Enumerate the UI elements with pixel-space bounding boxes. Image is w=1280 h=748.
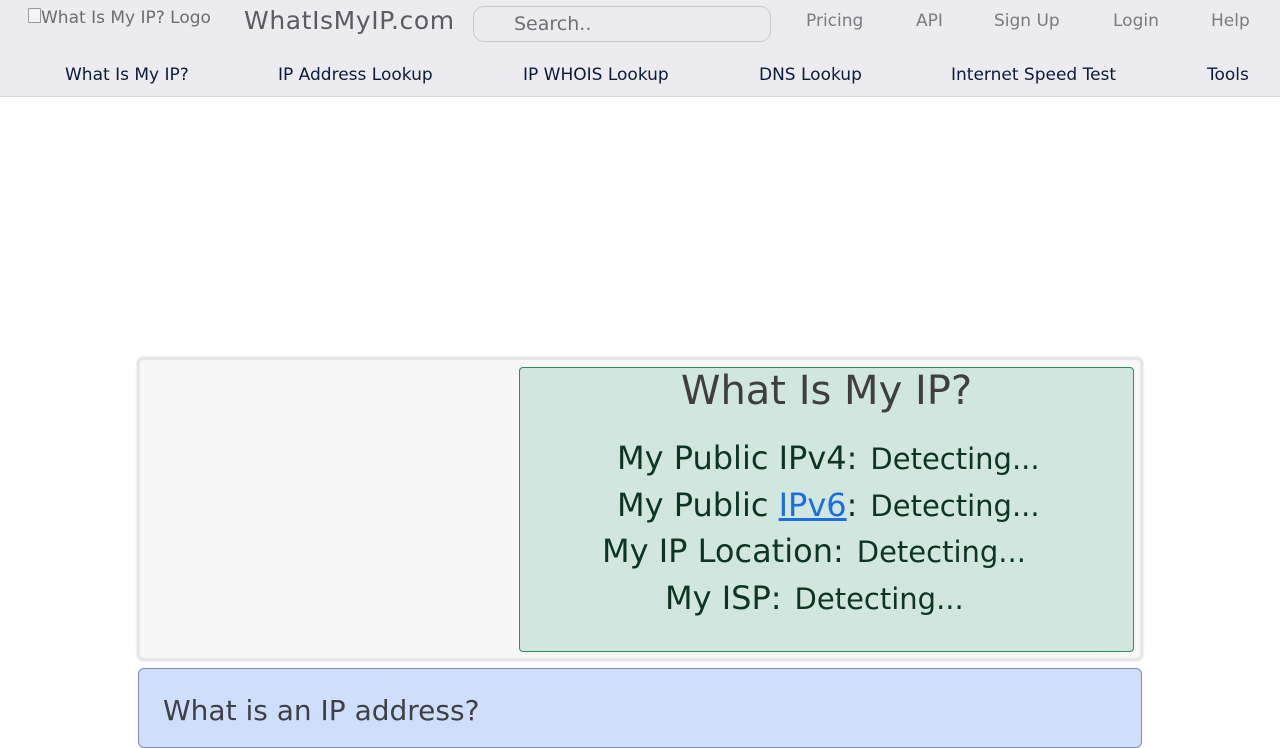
nav-item-what-is-my-ip[interactable]: What Is My IP? [65, 65, 189, 85]
sign-up-link[interactable]: Sign Up [994, 11, 1060, 31]
info-heading: What is an IP address? [163, 694, 480, 727]
ipv6-value: Detecting... [870, 489, 1040, 523]
help-link[interactable]: Help [1211, 11, 1250, 31]
site-logo[interactable]: What Is My IP? Logo [28, 7, 211, 28]
ipv6-label-prefix: My Public [617, 486, 779, 524]
ipv6-row: My Public IPv6: Detecting... [617, 486, 1040, 524]
broken-image-icon [28, 7, 41, 23]
ip-box-title: What Is My IP? [680, 368, 973, 414]
location-value: Detecting... [856, 535, 1026, 569]
isp-value: Detecting... [794, 582, 964, 616]
brand-name[interactable]: WhatIsMyIP.com [244, 6, 455, 35]
ipv4-label: My Public IPv4: [617, 439, 858, 477]
top-header: What Is My IP? Logo WhatIsMyIP.com Searc… [0, 0, 1280, 97]
location-row: My IP Location: Detecting... [602, 532, 1026, 570]
login-link[interactable]: Login [1113, 11, 1159, 31]
nav-item-ip-address-lookup[interactable]: IP Address Lookup [278, 65, 433, 85]
pricing-link[interactable]: Pricing [806, 11, 863, 31]
ipv4-value: Detecting... [870, 442, 1040, 476]
isp-row: My ISP: Detecting... [665, 579, 964, 617]
ipv4-row: My Public IPv4: Detecting... [617, 439, 1040, 477]
logo-alt-text: What Is My IP? Logo [41, 8, 211, 28]
ipv6-label-suffix: : [846, 486, 858, 524]
nav-item-ip-whois-lookup[interactable]: IP WHOIS Lookup [523, 65, 669, 85]
nav-item-dns-lookup[interactable]: DNS Lookup [759, 65, 862, 85]
nav-item-tools[interactable]: Tools [1207, 65, 1249, 85]
api-link[interactable]: API [916, 11, 943, 31]
ipv6-link[interactable]: IPv6 [779, 486, 847, 524]
ad-space [0, 98, 1280, 353]
isp-label: My ISP: [665, 579, 782, 617]
nav-item-internet-speed-test[interactable]: Internet Speed Test [951, 65, 1116, 85]
search-input[interactable]: Search.. [473, 6, 771, 42]
location-label: My IP Location: [602, 532, 844, 570]
